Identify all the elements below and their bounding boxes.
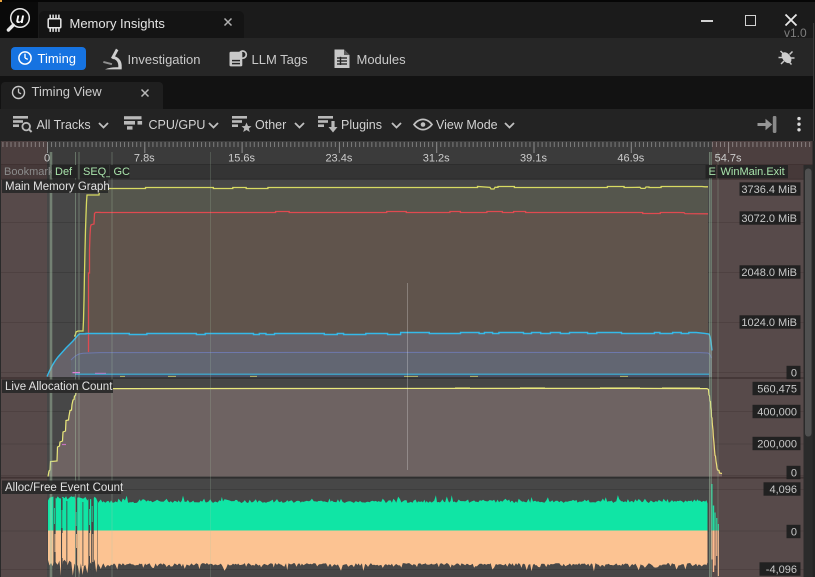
svg-text:3072.0 MiB: 3072.0 MiB [741,213,797,225]
svg-text:Bookmarks: Bookmarks [4,166,60,178]
svg-text:7.8s: 7.8s [134,153,155,165]
svg-text:46.9s: 46.9s [617,153,644,165]
svg-text:u: u [16,10,25,26]
svg-text:-4,096: -4,096 [766,564,797,576]
svg-text:200,000: 200,000 [757,439,797,451]
svg-text:23.4s: 23.4s [325,153,352,165]
svg-text:0: 0 [44,153,50,165]
svg-text:0: 0 [791,368,797,380]
svg-text:4,096: 4,096 [769,484,797,496]
svg-text:Live Allocation Count: Live Allocation Count [5,381,113,393]
svg-text:0: 0 [791,468,797,480]
svg-text:39.1s: 39.1s [520,153,547,165]
svg-text:Def: Def [55,166,73,178]
svg-text:E: E [709,166,716,178]
svg-text:560,475: 560,475 [757,384,797,396]
svg-text:Alloc/Free Event Count: Alloc/Free Event Count [5,482,124,494]
svg-text:54.7s: 54.7s [715,153,742,165]
svg-text:31.2s: 31.2s [423,153,450,165]
svg-text:WinMain.Exit: WinMain.Exit [721,166,785,178]
svg-text:SEQ_: SEQ_ [83,166,113,178]
svg-text:0: 0 [791,527,797,539]
svg-text:1024.0 MiB: 1024.0 MiB [741,317,797,329]
svg-text:3736.4 MiB: 3736.4 MiB [741,184,797,196]
svg-text:15.6s: 15.6s [228,153,255,165]
svg-text:Main Memory Graph: Main Memory Graph [5,181,110,193]
svg-text:2048.0 MiB: 2048.0 MiB [741,267,797,279]
svg-text:GC: GC [114,166,131,178]
svg-text:400,000: 400,000 [757,407,797,419]
